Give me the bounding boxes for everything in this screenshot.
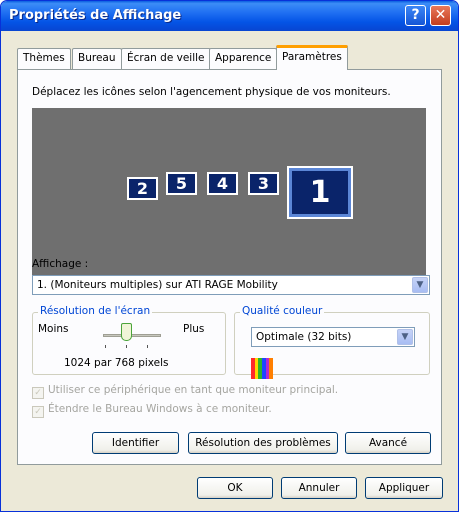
settings-panel: Déplacez les icônes selon l'agencement p… xyxy=(17,69,442,465)
display-select[interactable]: 1. (Moniteurs multiples) sur ATI RAGE Mo… xyxy=(32,275,430,295)
tab-appearance[interactable]: Apparence xyxy=(209,48,278,69)
display-properties-window: Propriétés de Affichage ? ✕ Thèmes Burea… xyxy=(0,0,459,512)
help-button[interactable]: ? xyxy=(405,5,426,26)
display-label: Affichage : xyxy=(32,258,89,270)
instructions-text: Déplacez les icônes selon l'agencement p… xyxy=(32,86,391,98)
monitor-arrangement-area[interactable]: 2 5 4 3 1 xyxy=(32,108,426,280)
monitor-5-icon[interactable]: 5 xyxy=(166,172,197,195)
extend-desktop-option[interactable]: ✓ Étendre le Bureau Windows à ce moniteur… xyxy=(32,403,272,418)
monitor-4-icon[interactable]: 4 xyxy=(207,172,238,195)
window-title: Propriétés de Affichage xyxy=(9,8,182,23)
chevron-down-icon[interactable]: ▼ xyxy=(397,329,413,345)
color-quality-title: Qualité couleur xyxy=(240,305,325,317)
advanced-button[interactable]: Avancé xyxy=(345,432,431,454)
resolution-min-label: Moins xyxy=(38,323,69,335)
primary-monitor-option[interactable]: ✓ Utiliser ce périphérique en tant que mo… xyxy=(32,384,338,399)
tab-screensaver[interactable]: Écran de veille xyxy=(121,48,211,69)
cancel-button[interactable]: Annuler xyxy=(281,477,357,499)
display-select-value: 1. (Moniteurs multiples) sur ATI RAGE Mo… xyxy=(37,279,278,291)
close-button[interactable]: ✕ xyxy=(430,5,451,26)
chevron-down-icon[interactable]: ▼ xyxy=(412,277,428,293)
resolution-title: Résolution de l'écran xyxy=(38,305,153,317)
extend-desktop-label: Étendre le Bureau Windows à ce moniteur. xyxy=(48,403,272,415)
resolution-value: 1024 par 768 pixels xyxy=(64,357,169,369)
slider-tick xyxy=(147,345,148,348)
extend-desktop-checkbox[interactable]: ✓ xyxy=(32,406,44,418)
identify-button[interactable]: Identifier xyxy=(92,432,179,454)
primary-monitor-label: Utiliser ce périphérique en tant que mon… xyxy=(48,384,339,396)
color-quality-select[interactable]: Optimale (32 bits) ▼ xyxy=(251,327,415,347)
troubleshoot-button[interactable]: Résolution des problèmes xyxy=(188,432,338,454)
monitor-1-icon[interactable]: 1 xyxy=(287,166,353,219)
tab-themes[interactable]: Thèmes xyxy=(17,48,71,69)
color-palette-icon xyxy=(251,358,274,379)
tab-settings[interactable]: Paramètres xyxy=(276,45,348,70)
resolution-slider-thumb[interactable] xyxy=(121,323,132,341)
title-bar[interactable]: Propriétés de Affichage ? ✕ xyxy=(1,1,458,31)
apply-button[interactable]: Appliquer xyxy=(365,477,443,499)
ok-button[interactable]: OK xyxy=(197,477,273,499)
primary-monitor-checkbox[interactable]: ✓ xyxy=(32,387,44,399)
color-quality-value: Optimale (32 bits) xyxy=(256,331,352,343)
slider-tick xyxy=(105,345,106,348)
resolution-group: Résolution de l'écran Moins Plus 1024 pa… xyxy=(32,305,226,375)
color-quality-group: Qualité couleur Optimale (32 bits) ▼ xyxy=(234,305,430,379)
resolution-max-label: Plus xyxy=(183,323,205,335)
slider-tick xyxy=(126,345,127,348)
monitor-2-icon[interactable]: 2 xyxy=(127,177,158,200)
tab-desktop[interactable]: Bureau xyxy=(72,48,122,69)
resolution-slider-track[interactable] xyxy=(103,334,161,337)
monitor-3-icon[interactable]: 3 xyxy=(248,172,279,195)
